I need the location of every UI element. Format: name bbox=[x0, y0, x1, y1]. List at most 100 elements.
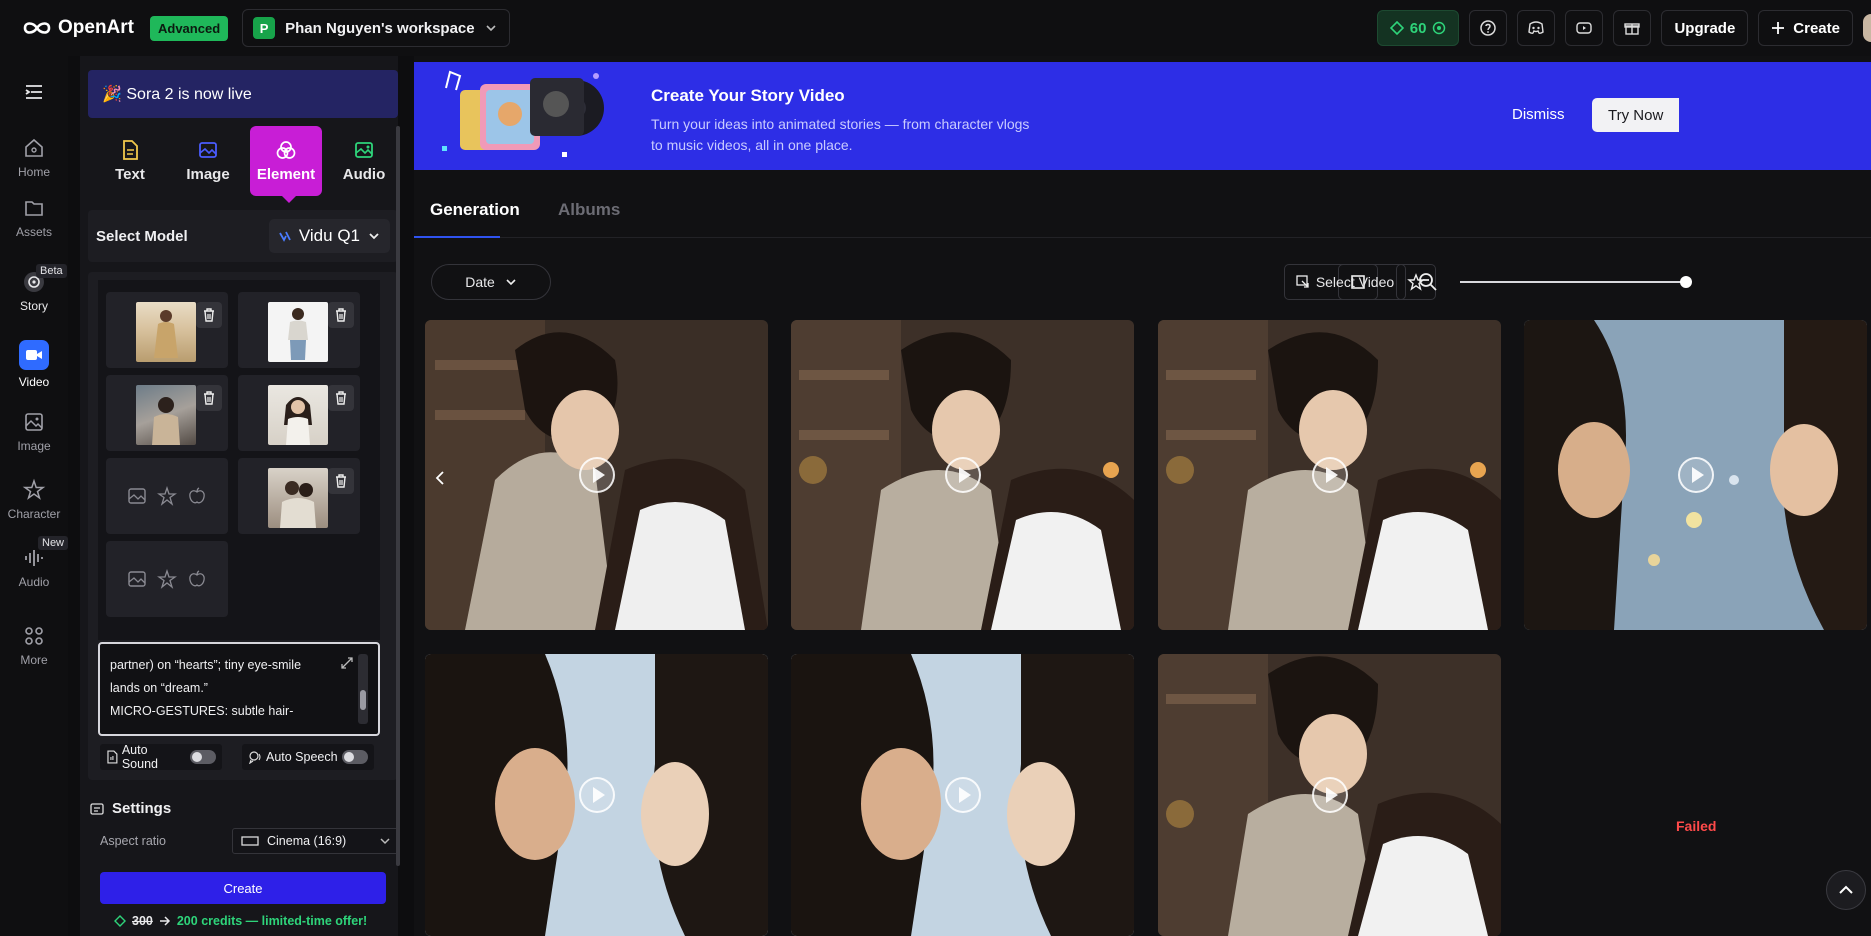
video-card[interactable] bbox=[1158, 320, 1501, 630]
element-card[interactable] bbox=[238, 292, 360, 368]
prompt-scrollbar[interactable] bbox=[358, 654, 368, 724]
zoom-out-icon[interactable] bbox=[1418, 272, 1438, 292]
apple-icon bbox=[189, 487, 205, 504]
play-icon[interactable] bbox=[944, 457, 981, 493]
nav-more-label: More bbox=[20, 653, 48, 667]
delete-element-button[interactable] bbox=[328, 468, 354, 494]
video-card[interactable] bbox=[1158, 654, 1501, 936]
date-filter-button[interactable]: Date bbox=[431, 264, 551, 300]
zoom-slider-track[interactable] bbox=[1460, 281, 1686, 283]
nav-story-label: Story bbox=[19, 299, 48, 313]
nav-audio[interactable]: Audio bbox=[0, 546, 68, 589]
user-avatar[interactable] bbox=[1863, 14, 1871, 42]
play-icon[interactable] bbox=[1311, 457, 1348, 493]
elements-section: partner) on “hearts”; tiny eye-smile lan… bbox=[88, 272, 398, 780]
video-card[interactable] bbox=[425, 654, 768, 936]
panel-scrollbar[interactable] bbox=[396, 126, 400, 866]
dismiss-button[interactable]: Dismiss bbox=[1512, 106, 1565, 123]
new-tag: New bbox=[38, 536, 69, 550]
nav-character[interactable]: Character bbox=[0, 478, 68, 521]
delete-element-button[interactable] bbox=[196, 302, 222, 328]
file-sound-icon bbox=[107, 750, 118, 764]
help-button[interactable] bbox=[1469, 10, 1508, 46]
gift-button[interactable] bbox=[1613, 10, 1652, 46]
nav-video-label: Video bbox=[18, 375, 50, 389]
nav-assets[interactable]: Assets bbox=[0, 196, 68, 239]
settings-header[interactable]: Settings bbox=[90, 800, 171, 817]
nav-more[interactable]: More bbox=[0, 624, 68, 667]
select-cursor-icon bbox=[1296, 275, 1309, 288]
element-card[interactable] bbox=[238, 375, 360, 451]
announcement-banner[interactable]: 🎉 Sora 2 is now live bbox=[88, 70, 398, 118]
nav-image[interactable]: Image bbox=[0, 410, 68, 453]
create-top-button[interactable]: Create bbox=[1758, 10, 1853, 46]
chevron-down-icon bbox=[380, 838, 390, 845]
tab-audio[interactable]: Audio bbox=[328, 126, 400, 196]
tab-image[interactable]: Image bbox=[172, 126, 244, 196]
diamond-icon bbox=[1389, 21, 1404, 35]
tab-generation[interactable]: Generation bbox=[430, 200, 520, 220]
prompt-textarea[interactable]: partner) on “hearts”; tiny eye-smile lan… bbox=[98, 642, 380, 736]
play-icon[interactable] bbox=[578, 457, 615, 493]
workspace-switcher[interactable]: P Phan Nguyen's workspace bbox=[242, 9, 510, 47]
tab-text[interactable]: Text bbox=[94, 126, 166, 196]
expand-icon[interactable] bbox=[340, 656, 354, 670]
video-card[interactable] bbox=[1524, 320, 1867, 630]
tab-element-label: Element bbox=[256, 166, 316, 183]
select-video-button[interactable]: Select Video bbox=[1284, 264, 1406, 300]
upgrade-button[interactable]: Upgrade bbox=[1661, 10, 1749, 46]
aspect-ratio-label: Aspect ratio bbox=[100, 834, 167, 848]
auto-sound-toggle-row[interactable]: Auto Sound bbox=[100, 743, 222, 771]
discord-button[interactable] bbox=[1517, 10, 1556, 46]
scroll-to-top-button[interactable] bbox=[1826, 870, 1866, 910]
plus-icon bbox=[1772, 22, 1785, 34]
sidebar-toggle[interactable] bbox=[0, 80, 68, 109]
credits-badge[interactable]: 60 bbox=[1376, 10, 1460, 46]
auto-speech-switch[interactable] bbox=[342, 750, 368, 764]
brand-logo[interactable]: OpenArt bbox=[22, 17, 134, 39]
video-card[interactable] bbox=[425, 320, 768, 630]
youtube-icon bbox=[1576, 22, 1593, 34]
nav-home-label: Home bbox=[17, 165, 50, 179]
workspace-avatar: P bbox=[253, 17, 276, 39]
nav-video[interactable]: Video bbox=[0, 340, 68, 389]
element-thumbnail bbox=[268, 385, 328, 445]
video-card[interactable] bbox=[791, 320, 1134, 630]
image-icon bbox=[128, 571, 146, 587]
auto-sound-switch[interactable] bbox=[190, 750, 216, 764]
tab-element[interactable]: Element bbox=[250, 126, 322, 203]
tabs-divider bbox=[414, 237, 1871, 238]
video-icon bbox=[19, 340, 49, 370]
create-button[interactable]: Create bbox=[100, 872, 386, 904]
play-icon[interactable] bbox=[578, 777, 615, 813]
play-icon[interactable] bbox=[1677, 457, 1714, 493]
create-button-label: Create bbox=[223, 880, 263, 896]
model-select[interactable]: Vidu Q1 bbox=[268, 219, 390, 253]
empty-element-slot[interactable] bbox=[106, 458, 228, 534]
carousel-prev-button[interactable] bbox=[430, 464, 450, 492]
story-video-banner: Create Your Story Video Turn your ideas … bbox=[414, 62, 1871, 170]
play-icon[interactable] bbox=[944, 777, 981, 813]
play-icon[interactable] bbox=[1311, 777, 1348, 813]
aspect-ratio-value: Cinema (16:9) bbox=[267, 834, 347, 848]
auto-speech-toggle-row[interactable]: Auto Speech bbox=[242, 744, 374, 770]
nav-home[interactable]: Home bbox=[0, 136, 68, 179]
element-card[interactable] bbox=[238, 458, 360, 534]
delete-element-button[interactable] bbox=[328, 302, 354, 328]
video-card[interactable] bbox=[791, 654, 1134, 936]
tab-albums[interactable]: Albums bbox=[558, 200, 620, 220]
element-card[interactable] bbox=[106, 292, 228, 368]
aspect-ratio-row: Aspect ratio Cinema (16:9) bbox=[100, 828, 400, 854]
youtube-button[interactable] bbox=[1565, 10, 1604, 46]
delete-element-button[interactable] bbox=[196, 385, 222, 411]
try-now-button[interactable]: Try Now bbox=[1592, 98, 1680, 132]
delete-element-button[interactable] bbox=[328, 385, 354, 411]
failed-status: Failed bbox=[1676, 818, 1717, 834]
chevron-up-icon bbox=[1839, 885, 1853, 894]
element-card[interactable] bbox=[106, 375, 228, 451]
aspect-ratio-select[interactable]: Cinema (16:9) bbox=[232, 828, 400, 854]
element-thumbnail bbox=[268, 302, 328, 362]
empty-element-slot[interactable] bbox=[106, 541, 228, 617]
diamond-icon bbox=[114, 915, 126, 927]
zoom-slider-thumb[interactable] bbox=[1680, 276, 1692, 288]
